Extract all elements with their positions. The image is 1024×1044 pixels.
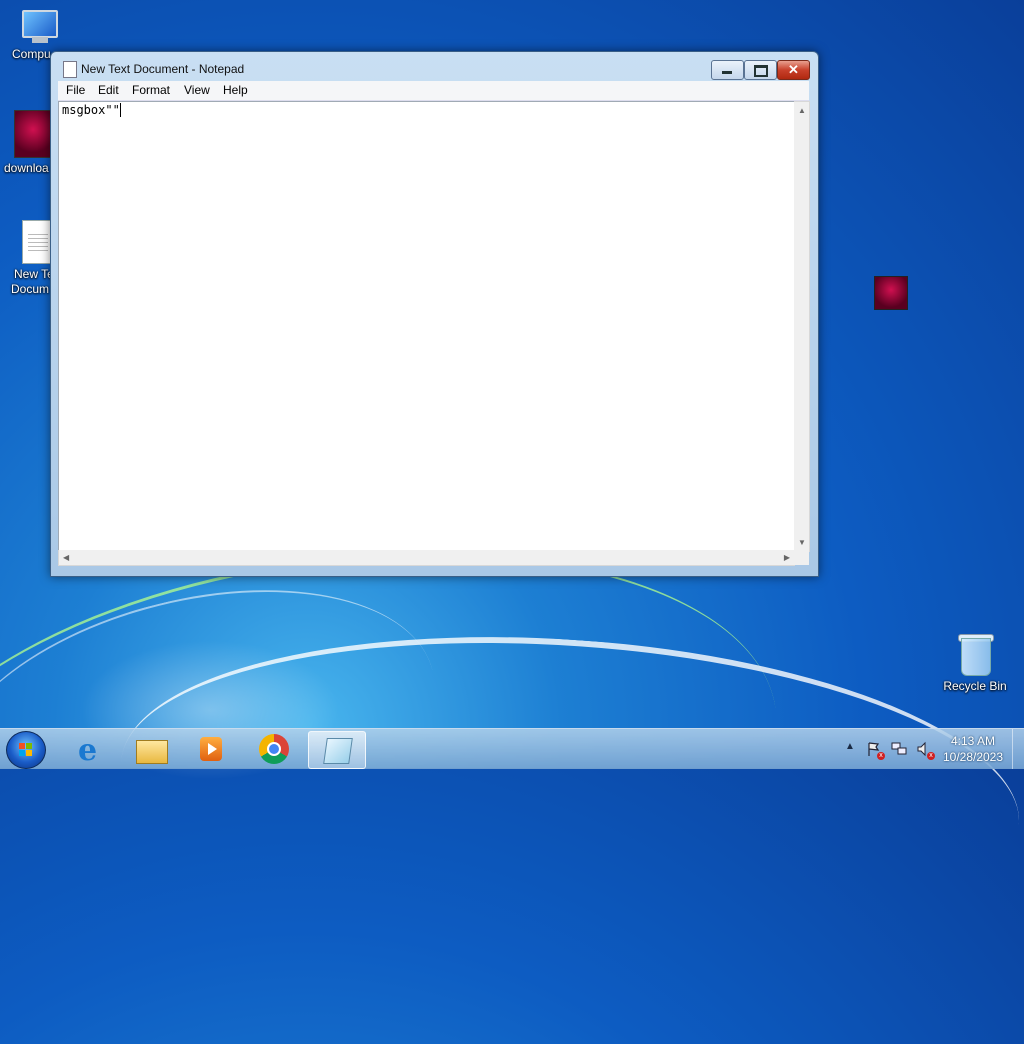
windows-logo-icon	[19, 743, 33, 757]
image-thumbnail-icon	[14, 110, 52, 158]
volume-muted-icon[interactable]: x	[916, 741, 935, 760]
desktop-icon-label: Recycle Bin	[943, 679, 1007, 693]
taskbar: e ▲ x x 4:13 AM 10/28/2023	[0, 728, 1024, 769]
desktop-icon-recycle-bin[interactable]: Recycle Bin	[937, 632, 1013, 694]
recycle-bin-icon	[958, 632, 994, 676]
taskbar-internet-explorer[interactable]: e	[64, 731, 120, 768]
horizontal-scrollbar[interactable]: ◀ ▶	[58, 550, 795, 566]
text-editor[interactable]: msgbox""	[58, 101, 795, 552]
taskbar-windows-explorer[interactable]	[124, 731, 180, 767]
network-icon[interactable]	[891, 741, 907, 757]
maximize-button[interactable]	[744, 60, 777, 80]
show-hidden-icons-icon[interactable]: ▲	[845, 741, 855, 781]
taskbar-media-player[interactable]	[184, 731, 240, 767]
scroll-right-arrow-icon[interactable]: ▶	[784, 553, 790, 562]
folder-icon	[136, 740, 168, 764]
desktop-image-thumbnail[interactable]	[874, 276, 908, 310]
title-bar[interactable]: New Text Document - Notepad ✕	[51, 52, 818, 82]
menu-bar: File Edit Format View Help	[58, 81, 809, 101]
notepad-icon	[323, 738, 353, 764]
scroll-down-arrow-icon[interactable]: ▼	[798, 538, 806, 547]
resize-grip[interactable]	[794, 550, 809, 565]
minimize-button[interactable]	[711, 60, 744, 80]
menu-format[interactable]: Format	[132, 83, 170, 97]
internet-explorer-icon: e	[78, 733, 98, 768]
computer-icon	[20, 10, 60, 44]
image-thumbnail-icon	[874, 276, 908, 310]
menu-view[interactable]: View	[184, 83, 210, 97]
show-desktop-button[interactable]	[1012, 729, 1024, 769]
editor-content: msgbox""	[62, 103, 121, 117]
menu-help[interactable]: Help	[223, 83, 248, 97]
taskbar-notepad[interactable]	[308, 731, 366, 769]
media-player-icon	[200, 737, 222, 761]
scroll-up-arrow-icon[interactable]: ▲	[798, 106, 806, 115]
taskbar-chrome[interactable]	[246, 731, 302, 767]
close-button[interactable]: ✕	[777, 60, 810, 80]
menu-edit[interactable]: Edit	[98, 83, 119, 97]
chrome-icon	[259, 734, 289, 764]
window-title: New Text Document - Notepad	[81, 62, 245, 76]
close-icon: ✕	[788, 62, 799, 77]
system-clock[interactable]: 4:13 AM 10/28/2023	[940, 733, 1006, 765]
text-caret	[119, 103, 121, 117]
notepad-icon	[63, 61, 77, 78]
vertical-scrollbar[interactable]: ▲ ▼	[794, 101, 810, 552]
clock-date: 10/28/2023	[942, 750, 1004, 764]
scroll-left-arrow-icon[interactable]: ◀	[63, 553, 69, 562]
start-button[interactable]	[6, 731, 46, 769]
notepad-window[interactable]: New Text Document - Notepad ✕ File Edit …	[50, 51, 819, 577]
editor-text: msgbox""	[62, 103, 120, 117]
action-center-flag-icon[interactable]: x	[866, 741, 885, 760]
menu-file[interactable]: File	[66, 83, 85, 97]
wallpaper-swoosh	[0, 499, 806, 1044]
clock-time: 4:13 AM	[950, 734, 996, 748]
